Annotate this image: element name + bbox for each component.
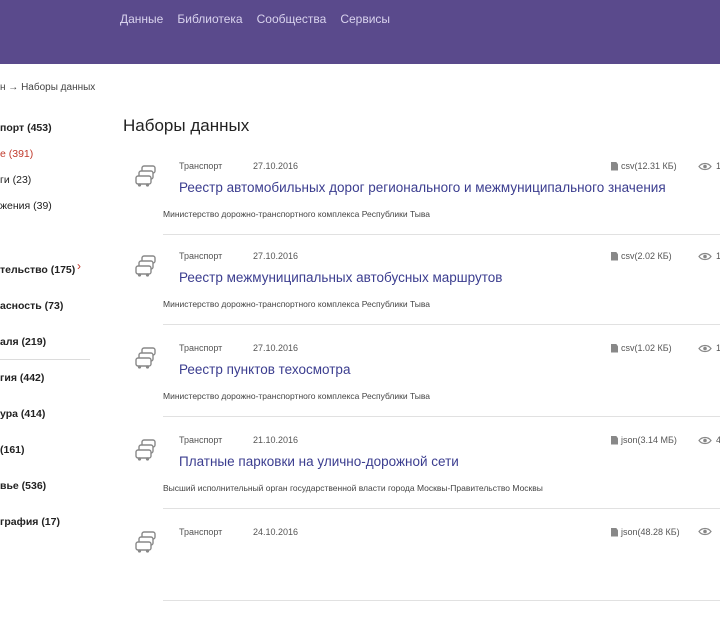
dataset-divider: [163, 416, 720, 417]
sidebar-item[interactable]: аля (219): [0, 336, 46, 348]
dataset-card: Транспорт 27.10.2016 Реестр пунктов техо…: [123, 343, 720, 433]
dataset-views: [698, 527, 716, 536]
dataset-organization: Министерство дорожно-транспортного компл…: [163, 391, 431, 401]
sidebar-divider: [0, 359, 90, 360]
dataset-date: 27.10.2016: [253, 343, 299, 353]
nav-data[interactable]: Данные: [120, 12, 163, 26]
traffic-cars-icon: [135, 165, 156, 187]
dataset-date: 27.10.2016: [253, 251, 299, 261]
sidebar-item[interactable]: ура (414): [0, 408, 45, 420]
file-icon: [611, 161, 618, 171]
page-title: Наборы данных: [123, 116, 250, 135]
dataset-date: 27.10.2016: [253, 161, 299, 171]
dataset-divider: [163, 600, 720, 601]
nav-library[interactable]: Библиотека: [177, 12, 242, 26]
eye-icon: [698, 252, 712, 260]
dataset-format[interactable]: csv(12.31 КБ): [611, 161, 677, 171]
chevron-right-icon: ›: [77, 259, 81, 273]
dataset-organization: Министерство дорожно-транспортного компл…: [163, 209, 431, 219]
dataset-card: Транспорт 27.10.2016 Реестр межмуниципал…: [123, 251, 720, 341]
dataset-format-label: csv(1.02 КБ): [621, 343, 672, 353]
dataset-format[interactable]: json(3.14 МБ): [611, 435, 677, 445]
sidebar-item[interactable]: асность (73): [0, 300, 63, 312]
file-icon: [611, 251, 618, 261]
dataset-organization: Высший исполнительный орган государствен…: [163, 483, 543, 493]
sidebar-item[interactable]: гия (442): [0, 372, 44, 384]
eye-icon: [698, 344, 712, 352]
dataset-category[interactable]: Транспорт: [179, 251, 222, 261]
sidebar-item[interactable]: жения (39): [0, 200, 52, 212]
dataset-card: Транспорт 24.10.2016 json(48.28 КБ): [123, 527, 720, 617]
dataset-card: Транспорт 27.10.2016 Реестр автомобильны…: [123, 161, 720, 251]
dataset-category[interactable]: Транспорт: [179, 161, 222, 171]
breadcrumb[interactable]: н → Наборы данных: [0, 82, 95, 93]
dataset-format[interactable]: csv(2.02 КБ): [611, 251, 672, 261]
dataset-format-label: json(48.28 КБ): [621, 527, 680, 537]
dataset-views: 1: [698, 251, 720, 261]
dataset-views-count: 1: [716, 251, 720, 261]
sidebar-item[interactable]: графия (17): [0, 516, 60, 528]
sidebar-item-active[interactable]: е (391): [0, 148, 33, 160]
dataset-divider: [163, 234, 720, 235]
top-nav: Данные Библиотека Сообщества Сервисы: [120, 12, 390, 26]
file-icon: [611, 527, 618, 537]
dataset-divider: [163, 508, 720, 509]
dataset-divider: [163, 324, 720, 325]
sidebar-item[interactable]: ги (23): [0, 174, 31, 186]
sidebar-item[interactable]: (161): [0, 444, 25, 456]
dataset-category[interactable]: Транспорт: [179, 527, 222, 537]
dataset-card: Транспорт 21.10.2016 Платные парковки на…: [123, 435, 720, 525]
dataset-format-label: csv(12.31 КБ): [621, 161, 677, 171]
dataset-format[interactable]: csv(1.02 КБ): [611, 343, 672, 353]
dataset-category[interactable]: Транспорт: [179, 435, 222, 445]
eye-icon: [698, 162, 712, 170]
file-icon: [611, 343, 618, 353]
traffic-cars-icon: [135, 531, 156, 553]
dataset-title[interactable]: Реестр автомобильных дорог регионального…: [179, 180, 666, 195]
traffic-cars-icon: [135, 347, 156, 369]
dataset-date: 21.10.2016: [253, 435, 299, 445]
nav-services[interactable]: Сервисы: [340, 12, 390, 26]
dataset-views: 4: [698, 435, 720, 445]
dataset-title[interactable]: Платные парковки на улично-дорожной сети: [179, 454, 459, 469]
sidebar-item[interactable]: порт (453): [0, 122, 52, 134]
eye-icon: [698, 436, 712, 444]
dataset-views: 1: [698, 343, 720, 353]
dataset-title[interactable]: Реестр межмуниципальных автобусных маршр…: [179, 270, 502, 285]
traffic-cars-icon: [135, 439, 156, 461]
dataset-format-label: csv(2.02 КБ): [621, 251, 672, 261]
top-header: Данные Библиотека Сообщества Сервисы: [0, 0, 720, 64]
nav-communities[interactable]: Сообщества: [257, 12, 327, 26]
dataset-category[interactable]: Транспорт: [179, 343, 222, 353]
sidebar-item[interactable]: тельство (175): [0, 264, 75, 276]
eye-icon: [698, 527, 712, 536]
traffic-cars-icon: [135, 255, 156, 277]
dataset-format[interactable]: json(48.28 КБ): [611, 527, 680, 537]
dataset-title[interactable]: Реестр пунктов техосмотра: [179, 362, 350, 377]
dataset-views-count: 1: [716, 343, 720, 353]
dataset-views: 1: [698, 161, 720, 171]
file-icon: [611, 435, 618, 445]
dataset-date: 24.10.2016: [253, 527, 299, 537]
dataset-organization: Министерство дорожно-транспортного компл…: [163, 299, 431, 309]
sidebar-item[interactable]: вье (536): [0, 480, 46, 492]
dataset-views-count: 1: [716, 161, 720, 171]
dataset-views-count: 4: [716, 435, 720, 445]
dataset-format-label: json(3.14 МБ): [621, 435, 677, 445]
